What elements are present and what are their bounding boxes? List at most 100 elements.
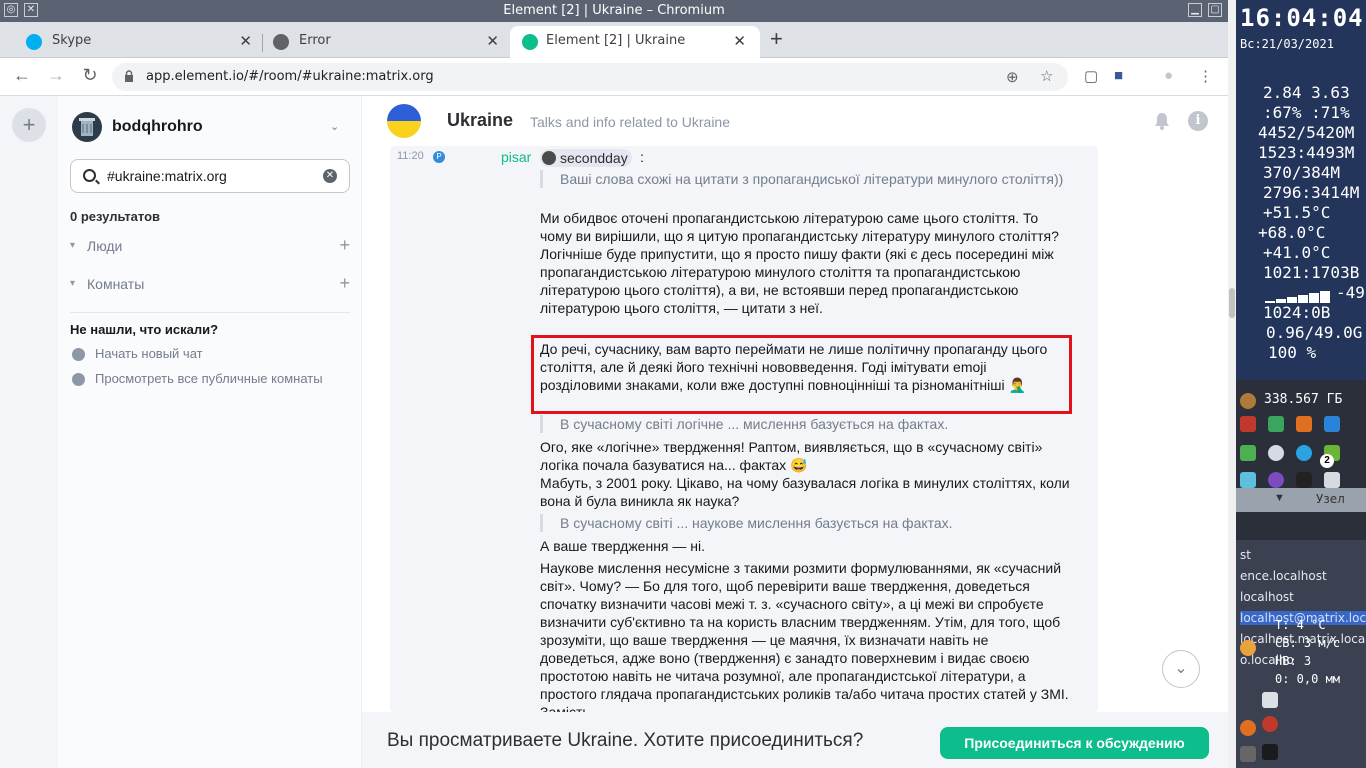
section-label: Комнаты — [87, 276, 145, 292]
conky-swap: 1523:4493M — [1258, 143, 1355, 162]
tray-app-icon[interactable] — [1268, 416, 1284, 432]
mention-avatar — [542, 151, 556, 165]
hint-label: Просмотреть все публичные комнаты — [95, 371, 323, 386]
hint-label: Начать новый чат — [95, 346, 203, 361]
forward-icon[interactable]: → — [44, 65, 68, 86]
desktop-panel: 16:04:04 Вс:21/03/2021 2.84 3.63 :67% :7… — [1228, 0, 1366, 768]
search-input[interactable] — [107, 168, 317, 184]
viber-icon[interactable] — [1268, 472, 1284, 488]
new-tab-icon[interactable]: + — [770, 26, 783, 52]
room-search-field[interactable]: ✕ — [70, 159, 350, 193]
window-titlebar: ◎ ✕ Element [2] | Ukraine – Chromium ▁ ▢ — [0, 0, 1228, 22]
install-icon[interactable]: ⊕ — [1006, 68, 1019, 86]
close-tab-icon[interactable]: ✕ — [733, 26, 746, 56]
tray-app-icon[interactable] — [1296, 416, 1312, 432]
tray-app-icon[interactable] — [1240, 416, 1256, 432]
jump-to-bottom-button[interactable]: ⌄ — [1162, 650, 1200, 688]
mention-name: secondday — [560, 150, 628, 166]
extension-icon[interactable]: ▢ — [1084, 67, 1098, 85]
bookmark-star-icon[interactable]: ☆ — [1040, 67, 1053, 85]
close-tab-icon[interactable]: ✕ — [486, 26, 499, 56]
explore-rooms-link[interactable]: Просмотреть все публичные комнаты — [70, 371, 330, 405]
message-paragraph: Мабуть, з 2001 року. Цікаво, на чому баз… — [540, 475, 1070, 509]
spaces-bar: + — [0, 96, 58, 768]
weather-precip: 0: 0,0 мм — [1275, 672, 1341, 686]
conky-date: Вс:21/03/2021 — [1240, 37, 1334, 51]
tray-app-icon[interactable] — [1268, 445, 1284, 461]
window-minimize-icon[interactable]: ▁ — [1188, 3, 1202, 17]
element-icon — [522, 34, 538, 50]
room-list-panel: bodqhrohro ⌄ ✕ 0 результатов ▾ Люди + ▾ … — [58, 96, 362, 768]
message-paragraph: Наукове мислення несумісне з такими розм… — [540, 560, 1069, 712]
add-person-icon[interactable]: + — [339, 235, 350, 256]
address-bar[interactable]: app.element.io/#/room/#ukraine:matrix.or… — [112, 63, 1068, 91]
scrollbar-thumb[interactable] — [1229, 288, 1235, 318]
tab-strip: Skype ✕ Error ✕ Element [2] | Ukraine ✕ … — [0, 22, 1228, 58]
room-name[interactable]: Ukraine — [447, 110, 513, 131]
weather-cloud-icon — [1240, 640, 1256, 656]
blockquote: В сучасному світі логічне ... мислення б… — [540, 415, 1070, 433]
user-name[interactable]: bodqhrohro — [112, 118, 203, 136]
browser-toolbar: ← → ↻ app.element.io/#/room/#ukraine:mat… — [0, 58, 1228, 96]
chevron-down-icon[interactable]: ▾ — [70, 240, 75, 251]
search-icon — [83, 169, 96, 182]
disk-free: 338.567 ГБ — [1264, 392, 1343, 407]
tray-app-icon[interactable] — [1324, 416, 1340, 432]
create-space-button[interactable]: + — [12, 108, 46, 142]
room-view: Ukraine Talks and info related to Ukrain… — [362, 96, 1228, 768]
help-icon[interactable] — [1262, 716, 1278, 732]
profile-icon[interactable]: ● — [1164, 67, 1173, 84]
start-chat-link[interactable]: Начать новый чат — [70, 346, 330, 364]
tray-app-icon[interactable] — [1240, 746, 1256, 762]
tray-app-icon[interactable] — [1296, 472, 1312, 488]
tray-app-icon[interactable] — [1240, 472, 1256, 488]
tab-element[interactable]: Element [2] | Ukraine ✕ — [510, 26, 760, 58]
room-topic[interactable]: Talks and info related to Ukraine — [530, 114, 730, 130]
join-room-bar: Вы просматриваете Ukraine. Хотите присое… — [362, 712, 1228, 768]
volume-icon[interactable] — [1262, 692, 1278, 708]
section-label: Люди — [87, 238, 123, 254]
mention-colon: : — [640, 149, 644, 165]
window-maximize-icon[interactable]: ▢ — [1208, 3, 1222, 17]
tray-app-icon[interactable] — [1262, 744, 1278, 760]
tray-app-icon[interactable] — [1240, 445, 1256, 461]
section-people[interactable]: ▾ Люди + — [70, 235, 350, 258]
tab-error[interactable]: Error ✕ — [273, 26, 499, 58]
menu-kebab-icon[interactable]: ⋮ — [1198, 67, 1213, 85]
avatar[interactable] — [72, 112, 102, 142]
tab-separator — [262, 34, 263, 52]
tray-app-icon[interactable] — [1324, 472, 1340, 488]
room-avatar[interactable] — [387, 104, 421, 138]
chevron-down-icon[interactable]: ▾ — [70, 278, 75, 289]
back-icon[interactable]: ← — [10, 65, 34, 86]
divider — [70, 312, 350, 313]
window-title: Element [2] | Ukraine – Chromium — [503, 3, 725, 18]
section-rooms[interactable]: ▾ Комнаты + — [70, 273, 350, 296]
message-timestamp: 11:20 — [397, 150, 424, 162]
sender-name[interactable]: pisar — [501, 149, 531, 165]
tray-app-icon[interactable] — [1240, 720, 1256, 736]
room-info-icon[interactable]: i — [1188, 111, 1208, 131]
chevron-down-icon[interactable]: ⌄ — [330, 120, 339, 133]
tab-skype[interactable]: Skype ✕ — [26, 26, 252, 58]
close-tab-icon[interactable]: ✕ — [239, 26, 252, 56]
host-entry: ence.localhost — [1240, 569, 1327, 583]
reload-icon[interactable]: ↻ — [78, 65, 102, 86]
blockquote: Ваші слова схожі на цитати з пропагандис… — [540, 170, 1070, 188]
notifications-bell-icon[interactable] — [1154, 112, 1170, 130]
clear-search-icon[interactable]: ✕ — [323, 169, 337, 183]
dropdown-icon[interactable]: ▼ — [1274, 492, 1285, 504]
conky-cpu: :67% :71% — [1263, 103, 1350, 122]
scrollbar[interactable] — [1228, 0, 1236, 768]
element-app: + bodqhrohro ⌄ ✕ 0 результатов ▾ Люди — [0, 96, 1228, 768]
disk-icon[interactable] — [1240, 393, 1256, 409]
user-mention-pill[interactable]: secondday — [540, 149, 632, 167]
telegram-icon[interactable] — [1296, 445, 1312, 461]
read-receipt-badge[interactable]: P — [433, 151, 445, 163]
conky-mem: 370/384M — [1263, 163, 1341, 182]
skype-icon — [26, 34, 42, 50]
join-room-button[interactable]: Присоединиться к обсуждению — [940, 727, 1209, 759]
lock-icon — [125, 70, 133, 82]
add-room-icon[interactable]: + — [339, 273, 350, 294]
extension-icon[interactable]: ■ — [1114, 67, 1123, 84]
